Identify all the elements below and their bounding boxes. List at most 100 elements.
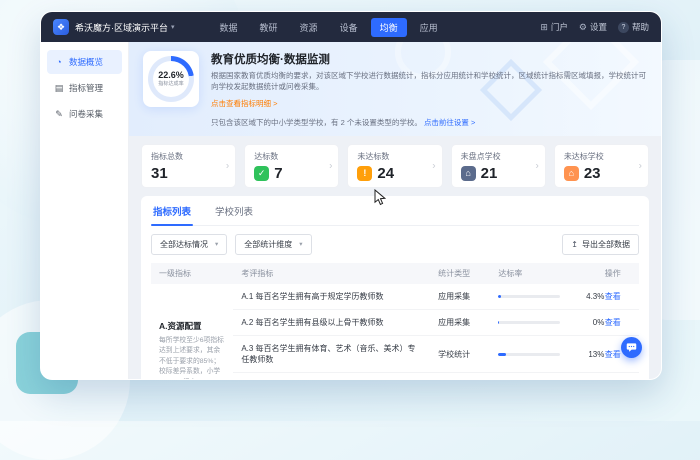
navbar-right: ⊞ 门户 ⚙ 设置 ? 帮助 [540, 21, 649, 33]
scope-note-text: 只包含该区域下的中小学类型学校，有 2 个未设置类型的学校。 [211, 118, 422, 127]
page: { "colors": { "accent": "#2e6bff", "oran… [0, 0, 700, 421]
col-header-type: 统计类型 [430, 263, 490, 284]
stat-label: 未达标数 [357, 151, 432, 162]
check-doc-icon: ✓ [254, 166, 269, 181]
primary-nav: 数据 教研 资源 设备 均衡 应用 [211, 18, 447, 37]
view-link[interactable]: 查看 [605, 292, 621, 301]
portal-button[interactable]: ⊞ 门户 [540, 21, 568, 33]
filter-dimension-select[interactable]: 全部统计维度 ▾ [235, 234, 311, 255]
stat-card-未达标学校[interactable]: 未达标学校 › ⌂ 23 [554, 144, 649, 188]
brand-logo-icon: ❖ [53, 19, 69, 35]
sidebar-item-indicator-management[interactable]: ▤ 指标管理 [47, 76, 122, 100]
export-icon: ↥ [571, 240, 578, 249]
sidebar-item-survey-collection[interactable]: ✎ 问卷采集 [47, 102, 122, 126]
rate-value: 13% [588, 350, 604, 359]
chevron-right-icon: › [432, 160, 435, 171]
stat-card-total-indicators[interactable]: 指标总数 › 31 [141, 144, 236, 188]
filter-dimension-value: 全部统计维度 [244, 239, 292, 250]
col-header-level1: 一级指标 [151, 263, 233, 284]
chevron-down-icon: ▾ [299, 240, 302, 248]
list-icon: ▤ [54, 83, 64, 94]
help-icon: ? [618, 22, 629, 33]
chevron-right-icon: › [329, 160, 332, 171]
gear-icon: ⚙ [579, 22, 587, 33]
stat-label: 未盘点学校 [461, 151, 536, 162]
nav-item-balance[interactable]: 均衡 [371, 18, 407, 37]
indicator-link[interactable]: A.1 每百名学生拥有高于规定学历教师数 [233, 284, 430, 310]
goto-settings-link[interactable]: 点击前往设置 > [424, 118, 475, 127]
top-navbar: ❖ 希沃魔方·区域演示平台 ▾ 数据 教研 资源 设备 均衡 应用 ⊞ 门户 ⚙… [41, 12, 661, 42]
indicator-link[interactable]: A.4 生均教学及辅助用房面积 [233, 373, 430, 379]
col-header-action: 操作 [597, 263, 639, 284]
sidebar-item-label: 问卷采集 [69, 108, 103, 120]
chevron-right-icon: › [639, 160, 642, 171]
app-window: ❖ 希沃魔方·区域演示平台 ▾ 数据 教研 资源 设备 均衡 应用 ⊞ 门户 ⚙… [40, 11, 662, 380]
chevron-down-icon: ▾ [215, 240, 218, 248]
indicator-detail-link[interactable]: 点击查看指标明细 > [211, 98, 277, 109]
filter-row: 全部达标情况 ▾ 全部统计维度 ▾ ↥ 导出全部数据 [151, 226, 639, 263]
indicator-link[interactable]: A.3 每百名学生拥有体育、艺术（音乐、美术）专任教师数 [233, 335, 430, 372]
nav-item-research[interactable]: 教研 [251, 18, 287, 37]
rate-cell: 0% [498, 318, 604, 327]
col-header-indicator: 考评指标 [233, 263, 430, 284]
rate-value: 4.3% [586, 292, 604, 301]
overview-info: 教育优质均衡·数据监测 根据国家教育优质均衡的要求，对该区域下学校进行数据统计，… [211, 51, 647, 111]
brand-caret-icon[interactable]: ▾ [171, 23, 175, 31]
group-description: 每所学校至少6项指标达到上述要求，其余不低于要求的85%；校际差异系数，小学≤0… [159, 336, 225, 379]
portal-grid-icon: ⊞ [540, 22, 548, 33]
sidebar: ◔ 数据概览 ▤ 指标管理 ✎ 问卷采集 [41, 42, 129, 379]
brand-title: 希沃魔方·区域演示平台 [75, 21, 168, 34]
sidebar-item-data-overview[interactable]: ◔ 数据概览 [47, 50, 122, 74]
stat-type: 学校统计 [430, 335, 490, 372]
nav-item-devices[interactable]: 设备 [331, 18, 367, 37]
list-tabs: 指标列表 学校列表 [151, 196, 639, 226]
filter-status-select[interactable]: 全部达标情况 ▾ [151, 234, 227, 255]
chat-button[interactable] [621, 337, 642, 358]
chevron-right-icon: › [226, 160, 229, 171]
stat-type: 应用采集 [430, 284, 490, 310]
page-title: 教育优质均衡·数据监测 [211, 51, 647, 67]
sidebar-item-label: 数据概览 [69, 56, 103, 68]
filter-status-value: 全部达标情况 [160, 239, 208, 250]
stat-card-未盘点学校[interactable]: 未盘点学校 › ⌂ 21 [451, 144, 546, 188]
stat-value: 31 [151, 166, 168, 181]
nav-item-resources[interactable]: 资源 [291, 18, 327, 37]
view-link[interactable]: 查看 [605, 350, 621, 359]
school-icon: ⌂ [461, 166, 476, 181]
pie-chart-icon: ◔ [54, 57, 64, 67]
nav-item-apps[interactable]: 应用 [411, 18, 447, 37]
group-name: A.资源配置 [159, 320, 225, 332]
scope-note: 只包含该区域下的中小学类型学校，有 2 个未设置类型的学校。 点击前往设置 > [211, 117, 647, 128]
chevron-right-icon: › [535, 160, 538, 171]
settings-button[interactable]: ⚙ 设置 [579, 21, 607, 33]
col-header-rate: 达标率 [490, 263, 596, 284]
table-row: A.资源配置 每所学校至少6项指标达到上述要求，其余不低于要求的85%；校际差异… [151, 284, 639, 310]
stat-label: 未达标学校 [564, 151, 639, 162]
table-header-row: 一级指标 考评指标 统计类型 达标率 操作 [151, 263, 639, 284]
export-label: 导出全部数据 [582, 239, 630, 250]
indicator-table: 一级指标 考评指标 统计类型 达标率 操作 A.资源配置 每所学校至少6项指标达… [151, 263, 639, 380]
achievement-gauge: 22.6% 指标达成率 [153, 61, 189, 97]
stat-cards-row: 指标总数 › 31 达标数 › ✓ 7 未达标数 › [141, 144, 649, 188]
indicator-link[interactable]: A.2 每百名学生拥有县级以上骨干教师数 [233, 309, 430, 335]
tab-school-list[interactable]: 学校列表 [213, 196, 255, 225]
stat-card-达标数[interactable]: 达标数 › ✓ 7 [244, 144, 339, 188]
achievement-gauge-card: 22.6% 指标达成率 [143, 51, 199, 107]
help-button[interactable]: ? 帮助 [618, 21, 649, 33]
nav-item-data[interactable]: 数据 [211, 18, 247, 37]
overview-header-panel: 22.6% 指标达成率 教育优质均衡·数据监测 根据国家教育优质均衡的要求，对该… [129, 42, 661, 136]
stat-label: 达标数 [254, 151, 329, 162]
stat-value: 24 [377, 166, 394, 181]
rate-progress-bar [498, 353, 560, 356]
view-link[interactable]: 查看 [605, 318, 621, 327]
gauge-label: 指标达成率 [158, 81, 184, 87]
export-all-button[interactable]: ↥ 导出全部数据 [562, 234, 639, 255]
stat-value: 21 [481, 166, 498, 181]
stat-type: 应用采集 [430, 309, 490, 335]
tab-indicator-list[interactable]: 指标列表 [151, 196, 193, 225]
stat-card-未达标数[interactable]: 未达标数 › ! 24 [347, 144, 442, 188]
group-cell-resource-allocation: A.资源配置 每所学校至少6项指标达到上述要求，其余不低于要求的85%；校际差异… [151, 284, 233, 380]
gauge-value: 22.6% [158, 71, 184, 81]
rate-progress-bar [498, 295, 560, 298]
school-icon: ⌂ [564, 166, 579, 181]
